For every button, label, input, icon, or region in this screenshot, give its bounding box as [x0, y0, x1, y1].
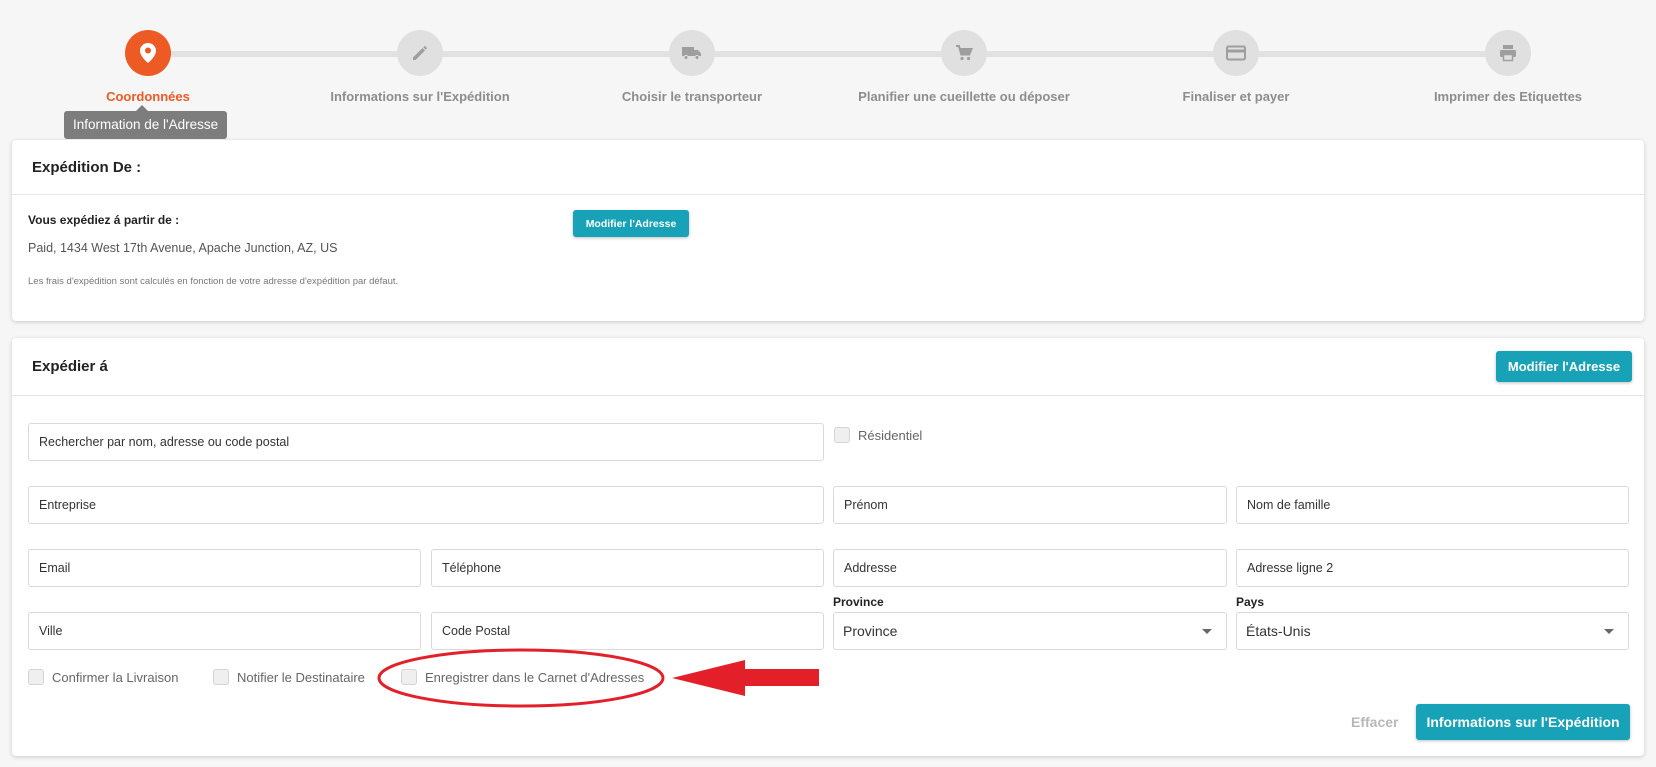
step-etiquettes[interactable]: Imprimer des Etiquettes — [1378, 30, 1638, 104]
country-select[interactable]: États-Unis — [1236, 612, 1629, 650]
ship-from-card: Expédition De : Vous expédiez á partir d… — [12, 140, 1644, 321]
ship-from-address: Paid, 1434 West 17th Avenue, Apache Junc… — [28, 241, 338, 255]
printer-icon — [1485, 30, 1531, 76]
step-tooltip: Information de l'Adresse — [64, 105, 228, 139]
confirm-delivery-checkbox[interactable]: Confirmer la Livraison — [28, 669, 178, 685]
ship-to-title: Expédier á — [32, 358, 108, 375]
address-field[interactable]: Addresse — [833, 549, 1227, 587]
step-paiement[interactable]: Finaliser et payer — [1106, 30, 1366, 104]
ship-from-note: Les frais d'expédition sont calculés en … — [28, 276, 399, 287]
credit-card-icon — [1213, 30, 1259, 76]
step-label-paiement: Finaliser et payer — [1182, 89, 1290, 104]
pencil-icon — [397, 30, 443, 76]
province-value: Province — [843, 623, 898, 639]
address-line2-field[interactable]: Adresse ligne 2 — [1236, 549, 1629, 587]
search-input[interactable]: Rechercher par nom, adresse ou code post… — [28, 423, 824, 461]
email-field[interactable]: Email — [28, 549, 421, 587]
phone-field[interactable]: Téléphone — [431, 549, 824, 587]
step-label-coordonnees: Coordonnées — [106, 89, 190, 104]
notify-recipient-label: Notifier le Destinataire — [237, 669, 365, 685]
confirm-delivery-box[interactable] — [28, 669, 44, 685]
residential-checkbox[interactable]: Résidentiel — [834, 427, 922, 443]
chevron-down-icon — [1202, 628, 1212, 634]
province-select[interactable]: Province — [833, 612, 1227, 650]
ship-to-card: Expédier á Modifier l'Adresse Rechercher… — [12, 338, 1644, 756]
ship-from-title: Expédition De : — [12, 140, 1644, 195]
country-label: Pays — [1236, 595, 1265, 609]
ship-from-label: Vous expédiez á partir de : — [28, 213, 180, 227]
step-label-cueillette: Planifier une cueillette ou déposer — [858, 89, 1070, 104]
step-label-transporteur: Choisir le transporteur — [621, 89, 763, 104]
step-transporteur[interactable]: Choisir le transporteur — [562, 30, 822, 104]
notify-recipient-box[interactable] — [213, 669, 229, 685]
clear-button[interactable]: Effacer — [1351, 714, 1398, 730]
province-label: Province — [833, 595, 884, 609]
chevron-down-icon — [1604, 628, 1614, 634]
truck-icon — [669, 30, 715, 76]
last-name-field[interactable]: Nom de famille — [1236, 486, 1629, 524]
step-cueillette[interactable]: Planifier une cueillette ou déposer — [834, 30, 1094, 104]
cart-icon — [941, 30, 987, 76]
modify-to-address-button[interactable]: Modifier l'Adresse — [1496, 351, 1632, 382]
residential-label: Résidentiel — [858, 427, 923, 443]
save-address-book-label: Enregistrer dans le Carnet d'Adresses — [425, 669, 645, 685]
step-label-etiquettes: Imprimer des Etiquettes — [1433, 89, 1583, 104]
confirm-delivery-label: Confirmer la Livraison — [52, 669, 179, 685]
save-address-book-box[interactable] — [401, 669, 417, 685]
first-name-field[interactable]: Prénom — [833, 486, 1227, 524]
step-coordonnees[interactable]: Coordonnées — [18, 30, 278, 104]
step-label-informations: Informations sur l'Expédition — [330, 89, 510, 104]
company-field[interactable]: Entreprise — [28, 486, 824, 524]
modify-from-address-button[interactable]: Modifier l'Adresse — [573, 210, 689, 237]
save-address-book-checkbox[interactable]: Enregistrer dans le Carnet d'Adresses — [401, 669, 644, 685]
country-value: États-Unis — [1246, 623, 1311, 639]
residential-box[interactable] — [834, 427, 850, 443]
step-informations[interactable]: Informations sur l'Expédition — [290, 30, 550, 104]
notify-recipient-checkbox[interactable]: Notifier le Destinataire — [213, 669, 365, 685]
progress-stepper: Coordonnées Informations sur l'Expéditio… — [0, 0, 1656, 135]
postal-code-field[interactable]: Code Postal — [431, 612, 824, 650]
next-shipment-info-button[interactable]: Informations sur l'Expédition — [1416, 704, 1630, 740]
ship-to-header: Expédier á Modifier l'Adresse — [12, 338, 1644, 396]
location-pin-icon — [125, 30, 171, 76]
city-field[interactable]: Ville — [28, 612, 421, 650]
